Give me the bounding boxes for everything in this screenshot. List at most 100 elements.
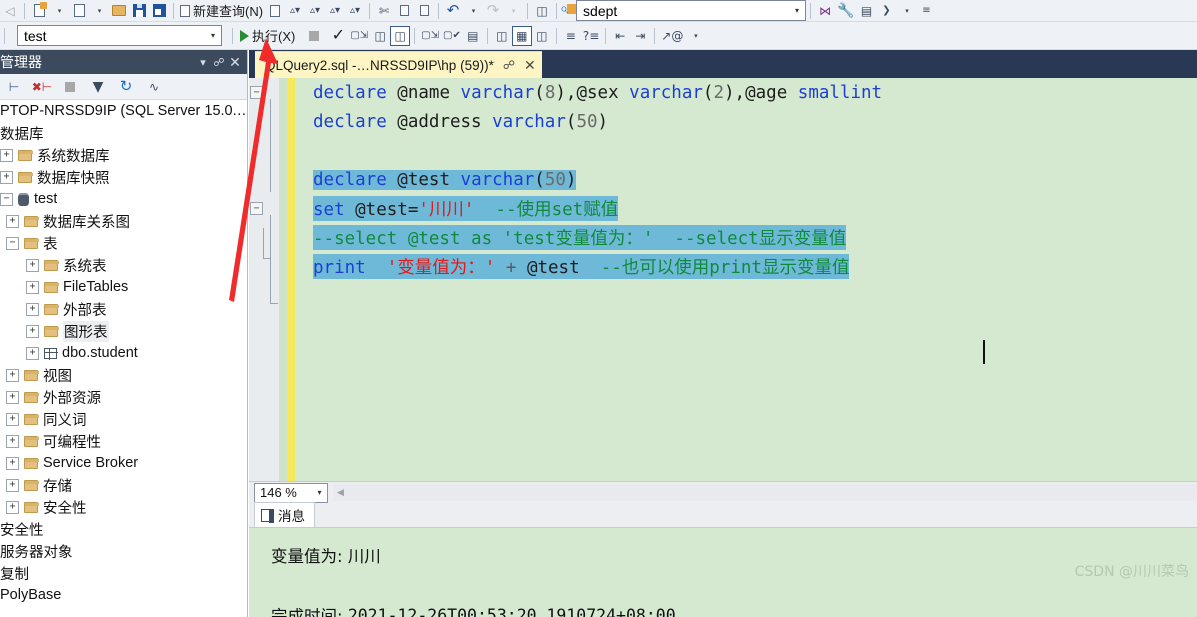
include-live-stats-button[interactable]: ▢✔: [441, 26, 463, 46]
expand-icon[interactable]: +: [26, 346, 39, 360]
chevron-down-icon[interactable]: ▾: [789, 6, 805, 15]
stop-button[interactable]: [304, 26, 324, 46]
security-server-node[interactable]: 安全性: [0, 518, 247, 540]
code-line-3[interactable]: [295, 136, 1197, 165]
refresh-icon[interactable]: ↻: [112, 77, 140, 97]
display-estimated-plan-button[interactable]: ▢⇲: [348, 26, 370, 46]
expand-icon[interactable]: +: [6, 214, 19, 228]
paste-icon[interactable]: [414, 1, 434, 21]
execute-button[interactable]: 执行(X): [237, 26, 298, 46]
security-db-node[interactable]: + 安全性: [0, 496, 247, 518]
new-mdx-query-icon[interactable]: ▵▾: [285, 1, 305, 21]
expand-icon[interactable]: +: [0, 148, 13, 162]
toolbox-icon[interactable]: ▤: [856, 1, 876, 21]
editor-zoom-selector[interactable]: 146 % ▾: [254, 482, 328, 503]
specify-values-button[interactable]: ↗@: [659, 26, 685, 46]
expand-icon[interactable]: +: [0, 170, 13, 184]
sql-code-lines[interactable]: declare @name varchar(8),@sex varchar(2)…: [295, 78, 1197, 481]
replication-node[interactable]: 复制: [0, 562, 247, 584]
polybase-node[interactable]: PolyBase: [0, 584, 247, 606]
collapse-region-1-icon[interactable]: −: [250, 86, 263, 99]
new-query-button[interactable]: 新建查询(N): [178, 1, 265, 21]
stop-icon[interactable]: [56, 77, 84, 97]
activity-monitor-icon[interactable]: ∿: [140, 77, 168, 97]
expand-icon[interactable]: +: [6, 412, 19, 426]
collapse-region-2-icon[interactable]: −: [250, 202, 263, 215]
table-dbo-student-node[interactable]: + dbo.student: [0, 342, 247, 364]
code-line-1[interactable]: declare @name varchar(8),@sex varchar(2)…: [295, 78, 1197, 107]
toolbar-overflow2-icon[interactable]: ▾: [685, 26, 705, 46]
decrease-indent-button[interactable]: ⇤: [610, 26, 630, 46]
save-icon[interactable]: [129, 1, 149, 21]
navigate-icon[interactable]: ◫: [532, 1, 552, 21]
code-line-5[interactable]: set @test='川川' --使用set赋值: [295, 194, 1197, 223]
filetables-node[interactable]: + FileTables: [0, 276, 247, 298]
expand-icon[interactable]: +: [26, 302, 39, 316]
server-objects-node[interactable]: 服务器对象: [0, 540, 247, 562]
messages-output-pane[interactable]: 变量值为: 川川 完成时间: 2021-12-26T00:53:20.19107…: [249, 528, 1197, 617]
chevron-down-icon[interactable]: ▾: [312, 488, 327, 497]
expand-icon[interactable]: +: [6, 434, 19, 448]
increase-indent-button[interactable]: ⇥: [630, 26, 650, 46]
explorer-pin-button[interactable]: ☍: [211, 56, 227, 69]
explorer-dropdown-button[interactable]: ▾: [195, 56, 211, 69]
redo-icon[interactable]: ↷: [483, 1, 503, 21]
back-icon[interactable]: ◁: [0, 1, 20, 21]
service-broker-node[interactable]: + Service Broker: [0, 452, 247, 474]
system-tables-node[interactable]: + 系统表: [0, 254, 247, 276]
new-query-file-dropdown[interactable]: ▾: [49, 1, 69, 21]
expand-icon[interactable]: +: [6, 390, 19, 404]
expand-icon[interactable]: +: [26, 258, 39, 272]
new-dax-query-icon[interactable]: ▵▾: [345, 1, 365, 21]
results-to-text-output-button[interactable]: ◫: [492, 26, 512, 46]
new-query-generic-icon[interactable]: [265, 1, 285, 21]
new-dmx-query-icon[interactable]: ▵▾: [305, 1, 325, 21]
views-node[interactable]: + 视图: [0, 364, 247, 386]
command-prompt-icon[interactable]: ❯: [876, 1, 896, 21]
system-databases-node[interactable]: + 系统数据库: [0, 144, 247, 166]
storage-node[interactable]: + 存储: [0, 474, 247, 496]
sql-document-tab[interactable]: QLQuery2.sql -…NRSSD9IP\hp (59))* ☍ ✕: [255, 51, 542, 78]
include-actual-plan-button[interactable]: ▢⇲: [419, 26, 441, 46]
redo-dropdown[interactable]: ▾: [503, 1, 523, 21]
databases-node[interactable]: 数据库: [0, 122, 247, 144]
database-diagrams-node[interactable]: + 数据库关系图: [0, 210, 247, 232]
expand-icon[interactable]: +: [6, 500, 19, 514]
connect-icon[interactable]: ⊢: [0, 77, 28, 97]
programmability-node[interactable]: + 可编程性: [0, 430, 247, 452]
solution-explorer-icon[interactable]: ⋈: [815, 1, 835, 21]
graph-tables-node[interactable]: + 图形表: [0, 320, 247, 342]
new-project-icon[interactable]: [69, 1, 89, 21]
collapse-icon[interactable]: −: [6, 236, 19, 250]
copy-icon[interactable]: [394, 1, 414, 21]
database-test-node[interactable]: − test: [0, 188, 247, 210]
open-file-icon[interactable]: [109, 1, 129, 21]
code-line-6[interactable]: --select @test as 'test变量值为：' --select显示…: [295, 223, 1197, 252]
expand-icon[interactable]: +: [26, 280, 39, 294]
uncomment-lines-button[interactable]: ?≡: [581, 26, 601, 46]
properties-wrench-icon[interactable]: 🔧: [835, 1, 856, 21]
scroll-left-arrow-icon[interactable]: ◀: [333, 487, 348, 498]
quick-search-box[interactable]: sdept ▾: [576, 0, 807, 21]
parse-check-button[interactable]: ✓: [328, 26, 348, 46]
undo-dropdown[interactable]: ▾: [463, 1, 483, 21]
editor-selection-margin[interactable]: [249, 78, 279, 481]
object-explorer-tree[interactable]: PTOP-NRSSD9IP (SQL Server 15.0.… 数据库 + 系统数据…: [0, 100, 247, 617]
external-tables-node[interactable]: + 外部表: [0, 298, 247, 320]
server-node[interactable]: PTOP-NRSSD9IP (SQL Server 15.0.…: [0, 100, 247, 122]
tab-close-icon[interactable]: ✕: [524, 57, 536, 74]
undo-icon[interactable]: ↶: [443, 1, 463, 21]
code-line-7[interactable]: print '变量值为：' + @test --也可以使用print显示变量值: [295, 252, 1197, 281]
results-to-text-button[interactable]: ◫: [390, 25, 411, 46]
new-query-file-icon[interactable]: [29, 1, 49, 21]
chevron-down-icon[interactable]: ▾: [205, 31, 221, 40]
editor-horizontal-scrollbar[interactable]: ◀: [333, 484, 1197, 501]
messages-tab[interactable]: 消息: [254, 502, 315, 527]
command-prompt-dropdown[interactable]: ▾: [896, 1, 916, 21]
database-selector[interactable]: test ▾: [17, 25, 222, 46]
code-line-4[interactable]: declare @test varchar(50): [295, 165, 1197, 194]
save-all-icon[interactable]: [149, 1, 169, 21]
collapse-icon[interactable]: −: [0, 192, 13, 206]
tables-node[interactable]: − 表: [0, 232, 247, 254]
toolbar-overflow-icon[interactable]: ≡: [916, 1, 936, 21]
